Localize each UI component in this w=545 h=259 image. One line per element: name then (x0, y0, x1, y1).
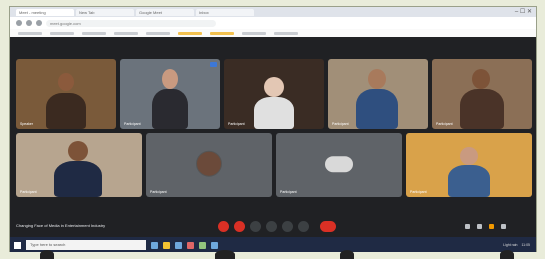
windows-taskbar: Type here to search Light rain 11:05 (10, 237, 536, 253)
cropped-glyph (215, 250, 235, 259)
participant-tile[interactable]: Participant (406, 133, 532, 197)
participant-video (368, 69, 386, 89)
browser-tab[interactable]: Meet - meeting (16, 8, 74, 16)
participant-video (448, 165, 490, 197)
participant-video (68, 141, 88, 161)
participant-name: Participant (280, 190, 297, 194)
bookmark-item[interactable] (242, 31, 266, 35)
bookmark-item[interactable] (18, 31, 42, 35)
participant-name: Participant (332, 122, 349, 126)
people-icon[interactable] (477, 224, 482, 229)
system-tray: Light rain 11:05 (503, 243, 536, 247)
participant-video (460, 89, 504, 129)
participant-video (162, 69, 178, 89)
participant-name: Participant (20, 190, 37, 194)
participant-name: Participant (436, 122, 453, 126)
bookmark-item[interactable] (82, 31, 106, 35)
participant-tile[interactable]: Participant (224, 59, 324, 129)
camera-off-icon[interactable] (234, 221, 245, 232)
cropped-glyph (40, 250, 54, 259)
participant-video (460, 147, 478, 165)
video-grid: Speaker Participant Participant Particip… (10, 37, 536, 217)
present-icon[interactable] (282, 221, 293, 232)
chrome-icon[interactable] (187, 241, 194, 249)
cropped-glyph (500, 250, 514, 259)
raise-hand-icon[interactable] (266, 221, 277, 232)
monitor-screen: Meet - meeting New Tab Google Meet Inbox… (9, 6, 537, 254)
participant-tile[interactable]: Participant (120, 59, 220, 129)
participant-video (54, 161, 102, 197)
app-icon[interactable] (199, 241, 206, 249)
activities-icon[interactable] (501, 224, 506, 229)
participant-name: Participant (410, 190, 427, 194)
bookmark-item[interactable] (146, 31, 170, 35)
participant-video (254, 97, 294, 129)
weather-status[interactable]: Light rain (503, 243, 517, 247)
participant-video (356, 89, 398, 129)
meeting-title: Changing Face of Media in Entertainment … (16, 223, 106, 228)
clock[interactable]: 11:05 (522, 243, 531, 247)
window-controls-icon[interactable]: – ☐ ✕ (515, 8, 532, 15)
bookmark-item[interactable] (178, 31, 202, 35)
taskview-icon[interactable] (151, 241, 158, 249)
avatar (325, 156, 353, 173)
cropped-glyph (340, 250, 354, 259)
participant-video (58, 73, 74, 91)
participant-name: Participant (124, 122, 141, 126)
more-options-icon[interactable] (298, 221, 309, 232)
bookmark-item[interactable] (50, 31, 74, 35)
participant-tile[interactable]: Participant (276, 133, 402, 197)
participant-tile[interactable]: Participant (146, 133, 272, 197)
end-call-button[interactable] (320, 221, 336, 232)
participant-tile[interactable]: Participant (328, 59, 428, 129)
browser-tab[interactable]: Google Meet (136, 8, 194, 16)
bookmarks-bar (10, 29, 536, 37)
back-icon[interactable] (16, 20, 22, 26)
app-icon[interactable] (211, 241, 218, 249)
edge-icon[interactable] (175, 241, 182, 249)
browser-tab[interactable]: Inbox (196, 8, 254, 16)
browser-tab-bar: Meet - meeting New Tab Google Meet Inbox… (10, 7, 536, 17)
browser-tab[interactable]: New Tab (76, 8, 134, 16)
participant-tile[interactable]: Participant (432, 59, 532, 129)
mic-off-icon[interactable] (218, 221, 229, 232)
pin-icon[interactable] (210, 62, 217, 67)
participant-name: Participant (150, 190, 167, 194)
windows-start-icon[interactable] (14, 241, 21, 249)
captions-icon[interactable] (250, 221, 261, 232)
participant-tile[interactable]: Participant (16, 133, 142, 197)
bookmark-item[interactable] (210, 31, 234, 35)
file-explorer-icon[interactable] (163, 241, 170, 249)
chat-icon[interactable] (489, 224, 494, 229)
participant-video (472, 69, 490, 89)
bookmark-item[interactable] (114, 31, 138, 35)
participant-name: Participant (228, 122, 245, 126)
bookmark-item[interactable] (274, 31, 298, 35)
info-icon[interactable] (465, 224, 470, 229)
taskbar-search-input[interactable]: Type here to search (26, 240, 146, 250)
url-field[interactable]: meet.google.com (46, 19, 216, 27)
participant-video (46, 93, 86, 129)
meeting-controls-bar: Changing Face of Media in Entertainment … (10, 217, 536, 237)
participant-name: Speaker (20, 122, 34, 126)
participant-video (152, 89, 188, 129)
forward-icon[interactable] (26, 20, 32, 26)
participant-video (264, 77, 284, 97)
participant-tile[interactable]: Speaker (16, 59, 116, 129)
address-bar: meet.google.com (10, 17, 536, 29)
reload-icon[interactable] (36, 20, 42, 26)
page-bottom-band (0, 252, 545, 259)
avatar (196, 150, 222, 177)
